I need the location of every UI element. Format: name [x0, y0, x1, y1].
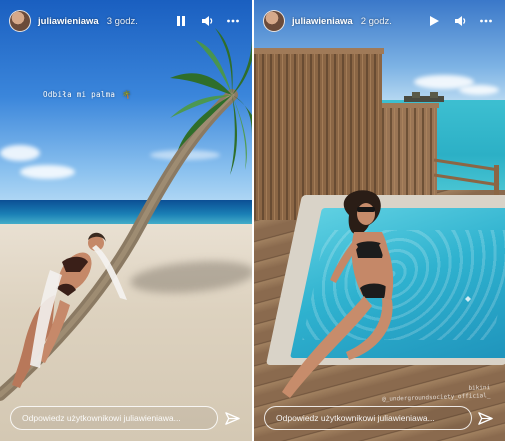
story-left[interactable]: juliawieniawa 3 godz. Odbiła mi palma 🌴 …: [0, 0, 252, 441]
avatar[interactable]: [9, 10, 31, 32]
username[interactable]: juliawieniawa: [38, 16, 99, 27]
person-illustration: [282, 190, 471, 398]
story-header: juliawieniawa 2 godz.: [254, 0, 505, 42]
avatar[interactable]: [263, 10, 285, 32]
send-icon[interactable]: [224, 410, 241, 427]
more-icon[interactable]: [226, 14, 240, 28]
play-icon[interactable]: [427, 14, 441, 28]
story-controls: [427, 14, 493, 28]
sound-icon[interactable]: [200, 14, 214, 28]
story-controls: [174, 14, 240, 28]
story-right[interactable]: bikini @_undergroundsociety_official_ ju…: [254, 0, 505, 441]
post-time: 2 godz.: [360, 15, 392, 27]
username[interactable]: juliawieniawa: [292, 16, 353, 27]
story-text-sticker: Odbiła mi palma 🌴: [43, 90, 132, 99]
sound-icon[interactable]: [453, 14, 467, 28]
more-icon[interactable]: [479, 14, 493, 28]
reply-input[interactable]: Odpowiedz użytkownikowi juliawieniawa...: [10, 406, 218, 430]
post-time: 3 godz.: [106, 15, 138, 27]
reply-input[interactable]: Odpowiedz użytkownikowi juliawieniawa...: [264, 406, 472, 430]
palm-and-person-illustration: [0, 28, 252, 401]
story-header: juliawieniawa 3 godz.: [0, 0, 252, 42]
pause-icon[interactable]: [174, 14, 188, 28]
sticker-text: Odbiła mi palma: [43, 90, 116, 99]
send-icon[interactable]: [477, 410, 494, 427]
reply-placeholder: Odpowiedz użytkownikowi juliawieniawa...: [22, 413, 181, 423]
reply-placeholder: Odpowiedz użytkownikowi juliawieniawa...: [276, 413, 435, 423]
palm-emoji-icon: 🌴: [122, 90, 132, 99]
